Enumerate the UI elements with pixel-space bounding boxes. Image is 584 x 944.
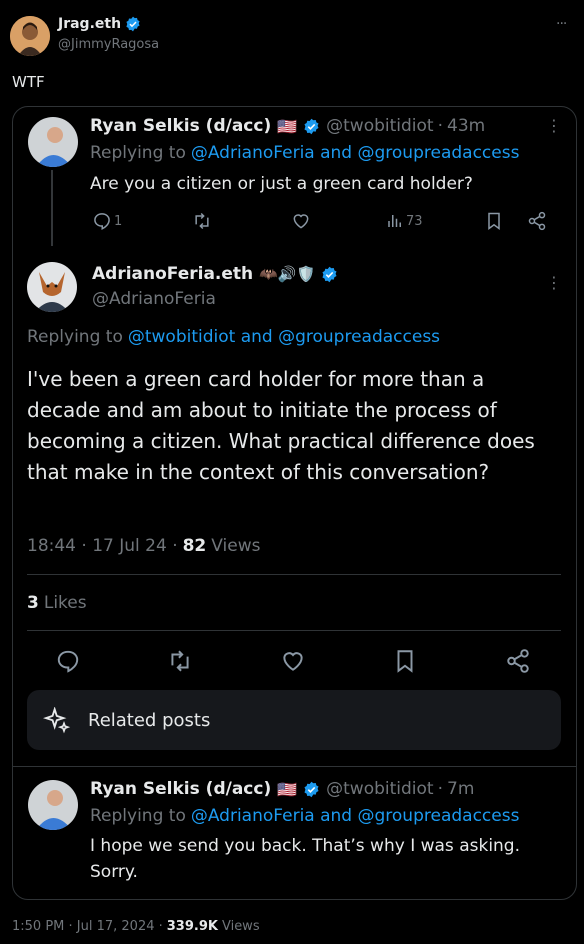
focus-views-count: 82 [182,536,207,556]
more-options-icon[interactable]: ··· [556,16,567,32]
footer-views-count: 339.9K [166,919,218,934]
reply2-sep: · [437,779,444,799]
focus-like-button[interactable] [279,648,307,674]
verified-badge-icon [303,781,320,798]
verified-badge-icon [321,266,338,283]
focus-more-icon[interactable]: ⋮ [546,273,562,292]
verified-badge-icon [303,118,320,135]
focus-reply-button[interactable] [55,648,81,674]
reply1-repost-button[interactable] [191,211,213,231]
reply2-text-line1: I hope we send you back. That’s why I wa… [90,836,521,856]
share-icon [527,211,547,231]
focus-timestamp[interactable]: 18:44 · 17 Jul 24 · [27,536,178,556]
post-text: WTF [12,73,45,91]
divider [27,630,561,631]
focus-views-label: Views [211,536,261,556]
divider [27,574,561,575]
likes-link[interactable]: 3 Likes [27,593,87,613]
focus-repost-button[interactable] [166,648,194,674]
reply2-text-line2: Sorry. [90,862,138,882]
reply1-view-count: 73 [406,213,423,229]
avatar-twobitidiot[interactable] [28,780,78,830]
author-emojis: 🦇🔊🛡️ [259,265,316,283]
related-posts-label: Related posts [88,710,211,731]
reply-icon [55,648,81,674]
share-icon [505,648,531,674]
focus-bookmark-button[interactable] [392,648,418,674]
repost-icon [166,648,194,674]
focus-replying-to[interactable]: @twobitidiot and @groupreadaccess [128,327,440,347]
focus-handle[interactable]: @AdrianoFeria [92,289,216,309]
reply1-more-icon[interactable]: ⋮ [546,116,562,135]
sparkle-icon [43,707,71,735]
reply1-sep: · [437,116,444,136]
likes-count: 3 [27,593,39,613]
footer-timestamp[interactable]: 1:50 PM · Jul 17, 2024 · [12,919,163,934]
reply1-like-button[interactable] [290,211,312,231]
focus-post-text: I've been a green card holder for more t… [27,367,535,484]
reply1-reply-count: 1 [114,213,123,229]
reply-icon [92,211,112,231]
avatar-twobitidiot[interactable] [28,117,78,167]
us-flag-icon: 🇺🇸 [277,116,298,136]
reply1-share-button[interactable] [527,211,547,231]
reply1-bookmark-button[interactable] [484,211,504,231]
reply2-handle[interactable]: @twobitidiot [326,779,433,799]
avatar-adrianoferia[interactable] [27,262,77,312]
author-handle[interactable]: @JimmyRagosa [58,37,159,52]
focus-share-button[interactable] [505,648,531,674]
divider [13,766,576,767]
reply2-replying-prefix: Replying to [90,806,186,826]
focus-replying-prefix: Replying to [27,327,123,347]
reply1-author-name[interactable]: Ryan Selkis (d/acc) [90,116,271,136]
bookmark-icon [484,211,504,231]
avatar-jimmyragosa[interactable] [10,16,50,56]
thread-connector-line [51,170,53,246]
reply1-replying-prefix: Replying to [90,143,186,163]
us-flag-icon: 🇺🇸 [277,779,298,799]
bookmark-icon [392,648,418,674]
verified-badge-icon [125,16,141,32]
reply2-time[interactable]: 7m [447,779,474,799]
reply1-handle[interactable]: @twobitidiot [326,116,433,136]
reply2-author-name[interactable]: Ryan Selkis (d/acc) [90,779,271,799]
author-name[interactable]: Jrag.eth [58,16,121,32]
reply1-reply-button[interactable]: 1 [92,211,122,231]
heart-icon [290,211,312,231]
analytics-icon [386,212,404,230]
likes-label: Likes [43,593,87,613]
reply1-text: Are you a citizen or just a green card h… [90,174,473,194]
footer-views-label: Views [221,919,260,934]
reply1-replying-to[interactable]: @AdrianoFeria and @groupreadaccess [191,143,520,163]
focus-author-name[interactable]: AdrianoFeria.eth [92,264,253,284]
heart-icon [279,648,307,674]
reply2-replying-to[interactable]: @AdrianoFeria and @groupreadaccess [191,806,520,826]
related-posts-button[interactable]: Related posts [27,690,561,750]
reply1-time[interactable]: 43m [447,116,485,136]
repost-icon [191,211,213,231]
reply1-views-button[interactable]: 73 [386,212,423,230]
